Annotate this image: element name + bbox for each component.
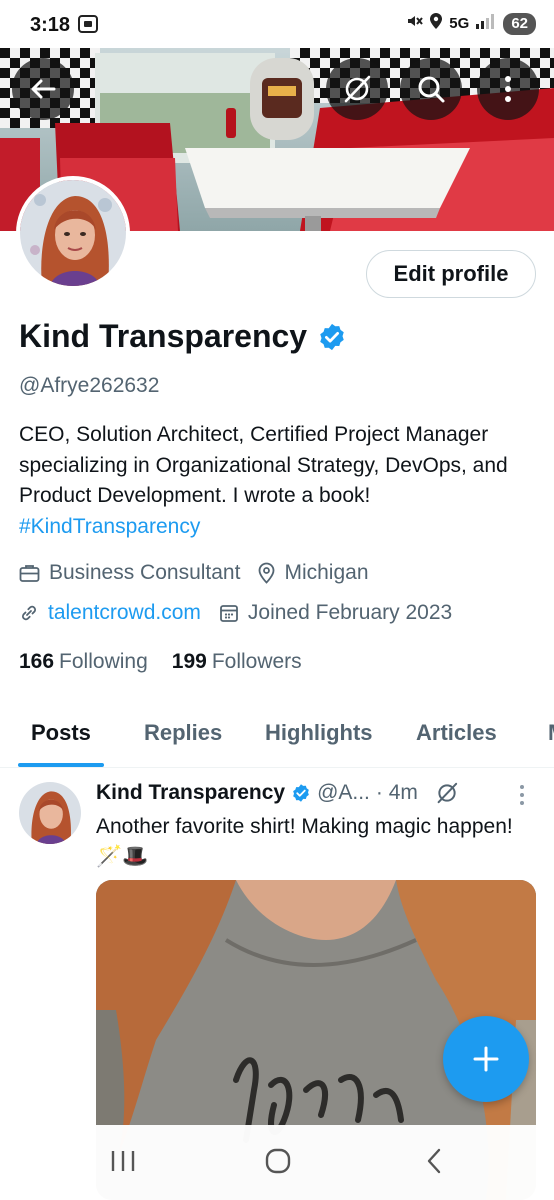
- home-button[interactable]: [264, 1147, 292, 1180]
- chevron-left-icon: [427, 1148, 441, 1174]
- bio-hashtag-link[interactable]: #KindTransparency: [19, 515, 200, 538]
- compose-button[interactable]: [443, 1016, 529, 1102]
- post-author-avatar[interactable]: [19, 782, 81, 844]
- edit-profile-button[interactable]: Edit profile: [366, 250, 536, 298]
- post-text: Another favorite shirt! Making magic hap…: [96, 815, 513, 868]
- more-vertical-icon: [505, 76, 511, 102]
- network-label: 5G: [449, 15, 470, 32]
- tab-media[interactable]: M: [548, 720, 554, 746]
- screenshot-icon: [78, 15, 98, 38]
- followers-link[interactable]: 199 Followers: [172, 650, 302, 674]
- profile-meta-row-1: Business Consultant Michigan: [19, 561, 387, 585]
- post-header: Kind Transparency @A... · 4m: [96, 780, 460, 806]
- post-time: · 4m: [375, 781, 418, 804]
- grok-button[interactable]: [326, 58, 388, 120]
- home-icon: [265, 1148, 291, 1174]
- profile-avatar[interactable]: [16, 176, 130, 290]
- location-pin-icon: [259, 562, 275, 584]
- following-label: Following: [59, 650, 148, 673]
- tab-replies[interactable]: Replies: [144, 720, 222, 746]
- post-grok-icon[interactable]: [434, 780, 460, 806]
- search-button[interactable]: [400, 58, 462, 120]
- more-button[interactable]: [477, 58, 539, 120]
- tab-highlights[interactable]: Highlights: [265, 720, 373, 746]
- profile-tabs: Posts Replies Highlights Articles M: [0, 700, 554, 768]
- following-count: 166: [19, 650, 55, 673]
- profile-category: Business Consultant: [19, 561, 240, 585]
- profile-joined: Joined February 2023: [219, 601, 452, 625]
- profile-bio: CEO, Solution Architect, Certified Proje…: [19, 420, 539, 542]
- following-link[interactable]: 166 Following: [19, 650, 148, 674]
- calendar-icon: [220, 605, 238, 622]
- link-icon: [22, 605, 36, 621]
- profile-location: Michigan: [258, 561, 369, 585]
- profile-name-row: Kind Transparency: [19, 318, 347, 355]
- followers-label: Followers: [211, 650, 302, 673]
- briefcase-icon: [19, 565, 40, 582]
- more-vertical-icon: [520, 785, 524, 805]
- grok-icon: [344, 75, 371, 103]
- back-button[interactable]: [12, 58, 74, 120]
- battery-indicator: 62: [503, 12, 536, 35]
- active-tab-indicator: [18, 763, 104, 767]
- tab-articles[interactable]: Articles: [416, 720, 497, 746]
- location-icon: [429, 12, 443, 35]
- tab-posts[interactable]: Posts: [31, 720, 91, 746]
- followers-count: 199: [171, 650, 207, 673]
- profile-handle: @Afrye262632: [19, 374, 160, 397]
- profile-meta-row-2: talentcrowd.com Joined February 2023: [19, 601, 470, 625]
- profile-website[interactable]: talentcrowd.com: [19, 601, 201, 625]
- status-time: 3:18: [30, 14, 71, 36]
- recents-button[interactable]: [110, 1149, 136, 1178]
- avatar-image: [20, 180, 126, 286]
- mute-icon: [405, 12, 424, 35]
- website-link[interactable]: talentcrowd.com: [48, 601, 201, 625]
- joined-label: Joined February 2023: [247, 601, 453, 624]
- search-icon: [418, 76, 445, 103]
- profile-display-name: Kind Transparency: [19, 318, 308, 354]
- post-author-handle: @A...: [317, 781, 370, 804]
- status-indicators: 5G 62: [405, 12, 536, 35]
- bio-text: CEO, Solution Architect, Certified Proje…: [19, 423, 508, 507]
- status-bar: 3:18 5G 62: [0, 0, 554, 48]
- signal-icon: [475, 13, 497, 34]
- post-more-button[interactable]: [518, 784, 526, 811]
- plus-icon: [473, 1046, 499, 1072]
- post-verified-badge-icon: [293, 784, 309, 802]
- system-nav-bar: [0, 1125, 554, 1200]
- back-arrow-icon: [31, 79, 56, 99]
- location-label: Michigan: [284, 561, 369, 584]
- post-avatar-image: [19, 782, 81, 844]
- recents-icon: [111, 1151, 135, 1171]
- post-author-name[interactable]: Kind Transparency: [96, 781, 285, 805]
- follow-stats: 166 Following 199 Followers: [19, 650, 302, 674]
- system-back-button[interactable]: [424, 1147, 444, 1180]
- category-label: Business Consultant: [49, 561, 241, 584]
- verified-badge-icon[interactable]: [317, 322, 347, 352]
